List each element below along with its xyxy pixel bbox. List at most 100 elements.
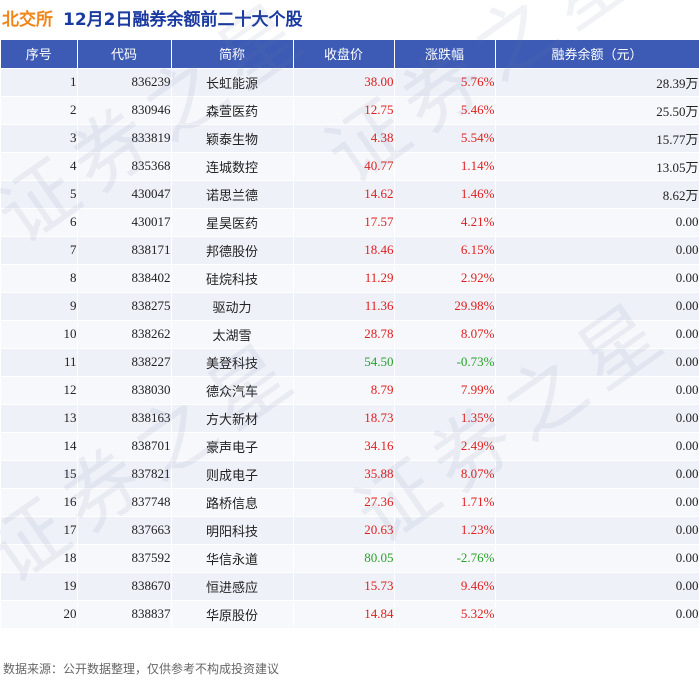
- cell-code: 838275: [77, 292, 172, 321]
- cell-close-price: 18.73: [293, 404, 395, 433]
- cell-change-pct: 5.54%: [394, 124, 496, 153]
- cell-name: 华原股份: [171, 600, 294, 629]
- cell-change-pct: 29.98%: [394, 292, 496, 321]
- cell-close-price: 80.05: [293, 544, 395, 573]
- cell-index: 4: [1, 152, 78, 181]
- cell-name: 明阳科技: [171, 516, 294, 545]
- cell-index: 19: [1, 572, 78, 601]
- cell-close-price: 12.75: [293, 96, 395, 125]
- cell-name: 恒进感应: [171, 572, 294, 601]
- cell-name: 连城数控: [171, 152, 294, 181]
- column-header-code: 代码: [77, 40, 172, 69]
- cell-close-price: 14.62: [293, 180, 395, 209]
- page-title: 12月2日融券余额前二十大个股: [63, 9, 303, 30]
- cell-index: 11: [1, 348, 78, 377]
- cell-change-pct: 1.14%: [394, 152, 496, 181]
- cell-index: 2: [1, 96, 78, 125]
- column-header-short-balance: 融券余额（元）: [495, 40, 700, 69]
- cell-change-pct: 8.07%: [394, 460, 496, 489]
- cell-short-balance: 0.00: [495, 460, 700, 489]
- table-header-row: 序号 代码 简称 收盘价 涨跌幅 融券余额（元）: [1, 40, 700, 69]
- cell-close-price: 27.36: [293, 488, 395, 517]
- cell-close-price: 11.29: [293, 264, 395, 293]
- cell-change-pct: 2.49%: [394, 432, 496, 461]
- cell-code: 833819: [77, 124, 172, 153]
- cell-close-price: 18.46: [293, 236, 395, 265]
- table-row: 19 838670 恒进感应 15.73 9.46% 0.00: [1, 572, 700, 601]
- cell-name: 路桥信息: [171, 488, 294, 517]
- cell-change-pct: 4.21%: [394, 208, 496, 237]
- securities-lending-table: 序号 代码 简称 收盘价 涨跌幅 融券余额（元） 1 836239 长虹能源 38.0…: [1, 40, 700, 629]
- cell-change-pct: 8.07%: [394, 320, 496, 349]
- cell-change-pct: 6.15%: [394, 236, 496, 265]
- cell-short-balance: 25.50万: [495, 96, 700, 125]
- cell-code: 838402: [77, 264, 172, 293]
- column-header-index: 序号: [1, 40, 78, 69]
- cell-name: 德众汽车: [171, 376, 294, 405]
- cell-name: 邦德股份: [171, 236, 294, 265]
- cell-name: 方大新材: [171, 404, 294, 433]
- cell-change-pct: 5.32%: [394, 600, 496, 629]
- table-row: 5 430047 诺思兰德 14.62 1.46% 8.62万: [1, 180, 700, 209]
- cell-name: 豪声电子: [171, 432, 294, 461]
- table-row: 8 838402 硅烷科技 11.29 2.92% 0.00: [1, 264, 700, 293]
- cell-code: 837663: [77, 516, 172, 545]
- table-row: 1 836239 长虹能源 38.00 5.76% 28.39万: [1, 68, 700, 97]
- cell-close-price: 4.38: [293, 124, 395, 153]
- cell-code: 837592: [77, 544, 172, 573]
- cell-index: 3: [1, 124, 78, 153]
- cell-change-pct: 1.35%: [394, 404, 496, 433]
- cell-index: 12: [1, 376, 78, 405]
- cell-index: 15: [1, 460, 78, 489]
- cell-index: 13: [1, 404, 78, 433]
- cell-short-balance: 0.00: [495, 404, 700, 433]
- table-row: 9 838275 驱动力 11.36 29.98% 0.00: [1, 292, 700, 321]
- cell-short-balance: 0.00: [495, 600, 700, 629]
- cell-close-price: 17.57: [293, 208, 395, 237]
- cell-close-price: 40.77: [293, 152, 395, 181]
- brand-label: 北交所: [2, 9, 53, 30]
- table-row: 20 838837 华原股份 14.84 5.32% 0.00: [1, 600, 700, 629]
- table-row: 18 837592 华信永道 80.05 -2.76% 0.00: [1, 544, 700, 573]
- cell-close-price: 38.00: [293, 68, 395, 97]
- cell-index: 5: [1, 180, 78, 209]
- cell-change-pct: 1.23%: [394, 516, 496, 545]
- cell-short-balance: 0.00: [495, 292, 700, 321]
- cell-name: 美登科技: [171, 348, 294, 377]
- cell-name: 太湖雪: [171, 320, 294, 349]
- cell-close-price: 14.84: [293, 600, 395, 629]
- cell-change-pct: 5.46%: [394, 96, 496, 125]
- table-row: 4 835368 连城数控 40.77 1.14% 13.05万: [1, 152, 700, 181]
- cell-code: 838227: [77, 348, 172, 377]
- cell-code: 838030: [77, 376, 172, 405]
- table-row: 6 430017 星昊医药 17.57 4.21% 0.00: [1, 208, 700, 237]
- cell-name: 星昊医药: [171, 208, 294, 237]
- cell-index: 7: [1, 236, 78, 265]
- cell-short-balance: 0.00: [495, 376, 700, 405]
- cell-index: 16: [1, 488, 78, 517]
- header: 北交所 12月2日融券余额前二十大个股: [0, 0, 700, 34]
- cell-index: 14: [1, 432, 78, 461]
- cell-index: 8: [1, 264, 78, 293]
- cell-short-balance: 0.00: [495, 432, 700, 461]
- cell-short-balance: 0.00: [495, 320, 700, 349]
- cell-code: 835368: [77, 152, 172, 181]
- cell-name: 硅烷科技: [171, 264, 294, 293]
- cell-code: 837748: [77, 488, 172, 517]
- cell-name: 长虹能源: [171, 68, 294, 97]
- table-row: 17 837663 明阳科技 20.63 1.23% 0.00: [1, 516, 700, 545]
- cell-index: 17: [1, 516, 78, 545]
- cell-short-balance: 0.00: [495, 572, 700, 601]
- cell-short-balance: 0.00: [495, 236, 700, 265]
- cell-index: 6: [1, 208, 78, 237]
- cell-code: 838670: [77, 572, 172, 601]
- cell-code: 838837: [77, 600, 172, 629]
- cell-name: 驱动力: [171, 292, 294, 321]
- cell-change-pct: 9.46%: [394, 572, 496, 601]
- cell-change-pct: -0.73%: [394, 348, 496, 377]
- cell-close-price: 35.88: [293, 460, 395, 489]
- column-header-name: 简称: [171, 40, 294, 69]
- cell-short-balance: 0.00: [495, 516, 700, 545]
- cell-code: 836239: [77, 68, 172, 97]
- cell-index: 20: [1, 600, 78, 629]
